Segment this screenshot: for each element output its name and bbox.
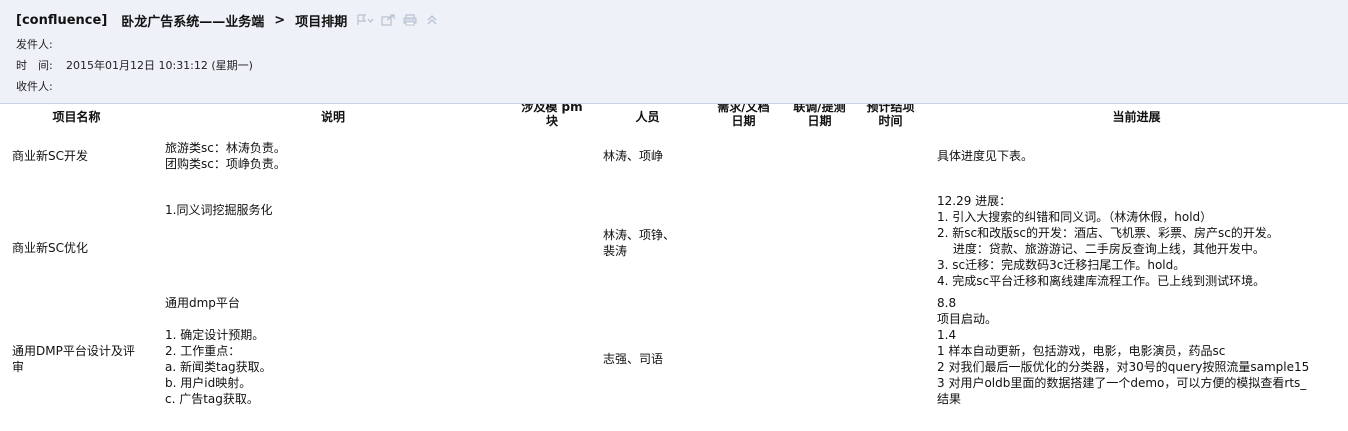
table-row: 商业新SC开发 旅游类sc：林涛负责。 团购类sc：项峥负责。 林涛、项峥 具体进…: [0, 130, 1348, 182]
collapse-icon[interactable]: [423, 12, 441, 28]
popout-icon[interactable]: [379, 12, 397, 28]
to-row: 收件人:: [16, 78, 66, 94]
cell-module: [513, 291, 591, 426]
cell-test-date: [783, 291, 856, 426]
time-label: 时 间:: [16, 59, 53, 72]
cell-progress: 8.8 项目启动。 1.4 1 样本自动更新，包括游戏，电影，电影演员，药品sc…: [937, 296, 1310, 406]
cell-progress: 具体进度见下表。: [937, 149, 1034, 163]
email-body: 项目名称 说明 涉及模 pm 块 人员 需求/文档 日期 联调/提测 日期 预计结项时…: [0, 104, 1348, 431]
header-completion-date: 预计结项 时间: [866, 104, 915, 128]
cell-test-date: [783, 182, 856, 291]
header-requirement-date: 需求/文档 日期: [717, 104, 770, 128]
table-header-row: 项目名称 说明 涉及模 pm 块 人员 需求/文档 日期 联调/提测 日期 预计结项时…: [0, 104, 1348, 130]
cell-req-date: [704, 182, 783, 291]
cell-progress: 12.29 进展： 1. 引入大搜索的纠错和同义词。（林涛休假，hold） 2.…: [937, 194, 1279, 288]
cell-description: 通用dmp平台 1. 确定设计预期。 2. 工作重点： a. 新闻类tag获取。…: [165, 296, 272, 406]
cell-people: 志强、司语: [603, 351, 664, 366]
cell-project-name: 通用DMP平台设计及评审: [12, 343, 135, 374]
cell-module: [513, 182, 591, 291]
cell-req-date: [704, 291, 783, 426]
time-row: 时 间: 2015年01月12日 10:31:12 (星期一): [16, 57, 253, 73]
email-header: [confluence] 卧龙广告系统——业务端 > 项目排期 发件人: 时 间…: [0, 0, 1348, 104]
cell-people: 林涛、项峥: [603, 149, 664, 163]
header-project-name: 项目名称: [52, 110, 101, 124]
table-row: 商业新SC优化 1.同义词挖掘服务化 林涛、项铮、 裴涛 12.29 进展： 1.…: [0, 182, 1348, 291]
cell-project-name: 商业新SC优化: [12, 240, 88, 255]
header-module-pm: 涉及模 pm 块: [521, 104, 583, 128]
cell-end-date: [856, 182, 925, 291]
flag-icon[interactable]: [357, 12, 375, 28]
print-icon[interactable]: [401, 12, 419, 28]
subject-tag: [confluence]: [16, 12, 108, 28]
breadcrumb-separator: >: [274, 12, 286, 28]
subject-page-title: 项目排期: [295, 14, 348, 30]
cell-end-date: [856, 291, 925, 426]
header-description: 说明: [320, 110, 345, 124]
subject-space: 卧龙广告系统——业务端: [121, 14, 265, 30]
cell-description: 1.同义词挖掘服务化: [165, 203, 273, 217]
to-label: 收件人:: [16, 80, 53, 93]
cell-module: [513, 130, 591, 182]
from-row: 发件人:: [16, 36, 66, 52]
header-testing-date: 联调/提测 日期: [793, 104, 846, 128]
cell-req-date: [704, 130, 783, 182]
table-row: 通用DMP平台设计及评审 通用dmp平台 1. 确定设计预期。 2. 工作重点：…: [0, 291, 1348, 426]
cell-project-name: 商业新SC开发: [12, 149, 88, 163]
header-people: 人员: [635, 110, 660, 124]
cell-people: 林涛、项铮、 裴涛: [603, 227, 676, 258]
time-value: 2015年01月12日 10:31:12 (星期一): [66, 59, 253, 72]
header-progress: 当前进展: [1112, 110, 1161, 124]
cell-end-date: [856, 130, 925, 182]
from-label: 发件人:: [16, 38, 53, 51]
email-toolbar: [353, 12, 441, 28]
cell-test-date: [783, 130, 856, 182]
schedule-table: 项目名称 说明 涉及模 pm 块 人员 需求/文档 日期 联调/提测 日期 预计结项时…: [0, 104, 1348, 426]
cell-description: 旅游类sc：林涛负责。 团购类sc：项峥负责。: [165, 141, 286, 171]
email-subject: [confluence] 卧龙广告系统——业务端 > 项目排期: [16, 9, 441, 31]
